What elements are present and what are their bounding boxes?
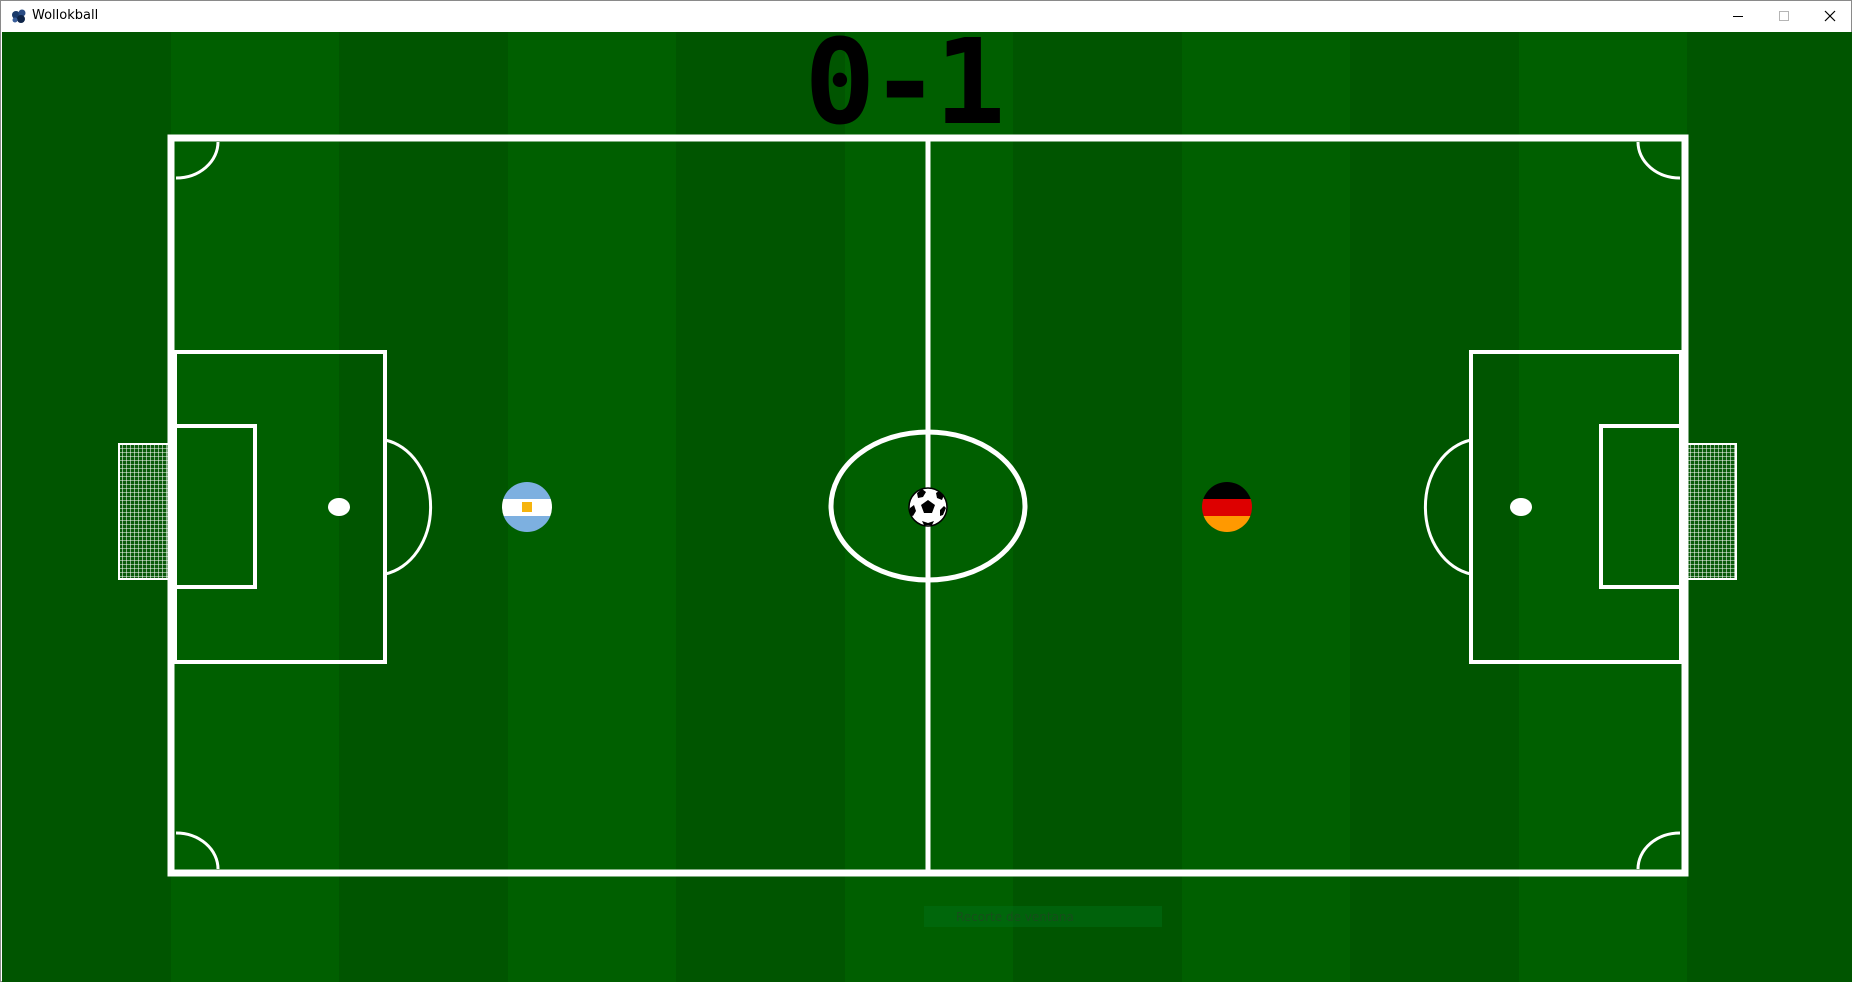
game-window: Wollokball 0-1 Recorte de ventana <box>0 0 1852 982</box>
soccer-ball-icon[interactable] <box>908 487 948 527</box>
soccer-pitch <box>2 32 1852 982</box>
minimize-button[interactable] <box>1715 1 1761 31</box>
left-penalty-spot <box>328 498 350 516</box>
minimize-icon <box>1733 16 1743 17</box>
title-bar[interactable]: Wollokball <box>1 1 1851 31</box>
right-goal-net <box>1685 443 1737 580</box>
scoreboard: 0-1 <box>804 32 1005 151</box>
window-title: Wollokball <box>32 8 99 23</box>
close-icon <box>1824 10 1836 22</box>
wollok-app-icon <box>10 7 28 25</box>
left-goal-net <box>118 443 170 580</box>
maximize-button[interactable] <box>1761 1 1807 31</box>
game-canvas[interactable]: 0-1 Recorte de ventana <box>2 32 1852 982</box>
snip-toast: Recorte de ventana <box>924 906 1162 927</box>
right-penalty-spot <box>1510 498 1532 516</box>
maximize-icon <box>1779 11 1789 21</box>
close-button[interactable] <box>1807 1 1852 31</box>
